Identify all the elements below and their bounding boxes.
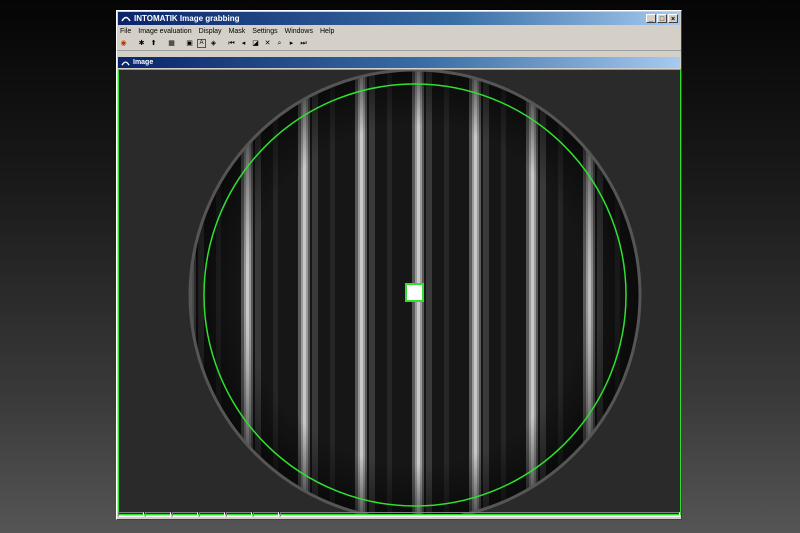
status-bar [118, 512, 680, 518]
status-pane [199, 512, 225, 517]
image-canvas[interactable] [118, 69, 681, 515]
grid-icon[interactable]: ▦ [167, 39, 176, 48]
record-icon[interactable]: ◉ [119, 39, 128, 48]
text-image-icon[interactable]: A [197, 39, 206, 48]
image-window-title: Image [133, 59, 154, 66]
status-pane [118, 512, 144, 517]
toolbar-separator [221, 39, 224, 48]
menu-settings[interactable]: Settings [252, 28, 277, 35]
next-icon[interactable]: ▸ [287, 39, 296, 48]
grab-icon[interactable]: ✱ [137, 39, 146, 48]
interferogram-view [188, 70, 642, 514]
last-icon[interactable]: ⏭ [299, 39, 308, 48]
toolbar-separator [179, 39, 182, 48]
image-window-title-bar[interactable]: Image [118, 57, 680, 68]
upload-icon[interactable]: ⬆ [149, 39, 158, 48]
invert-icon[interactable]: ◪ [251, 39, 260, 48]
status-pane [145, 512, 171, 517]
toolbar-separator [161, 39, 164, 48]
minimize-button[interactable]: _ [646, 14, 656, 23]
window-title: INTOMATIK Image grabbing [134, 14, 240, 23]
status-pane [280, 512, 680, 517]
menu-help[interactable]: Help [320, 28, 334, 35]
close-button[interactable]: × [668, 14, 678, 23]
menu-display[interactable]: Display [199, 28, 222, 35]
first-icon[interactable]: ⏮ [227, 39, 236, 48]
menu-bar: File Image evaluation Display Mask Setti… [117, 26, 681, 37]
menu-mask[interactable]: Mask [229, 28, 246, 35]
maximize-button[interactable]: □ [657, 14, 667, 23]
zoom-icon[interactable]: ⌕ [275, 39, 284, 48]
menu-image-evaluation[interactable]: Image evaluation [138, 28, 191, 35]
delete-icon[interactable]: ✕ [263, 39, 272, 48]
status-pane [253, 512, 279, 517]
toolbar-separator [131, 39, 134, 48]
prev-icon[interactable]: ◂ [239, 39, 248, 48]
image-icon[interactable]: ▣ [185, 39, 194, 48]
center-marker[interactable] [405, 283, 424, 302]
image-window-icon [121, 61, 130, 66]
app-window: INTOMATIK Image grabbing _ □ × File Imag… [116, 10, 682, 520]
menu-windows[interactable]: Windows [285, 28, 313, 35]
app-icon [121, 16, 131, 22]
status-pane [226, 512, 252, 517]
status-pane [172, 512, 198, 517]
target-icon[interactable]: ◈ [209, 39, 218, 48]
title-bar[interactable]: INTOMATIK Image grabbing _ □ × [118, 12, 680, 25]
menu-file[interactable]: File [120, 28, 131, 35]
toolbar: ◉ ✱ ⬆ ▦ ▣ A ◈ ⏮ ◂ ◪ ✕ ⌕ ▸ ⏭ [117, 37, 681, 51]
